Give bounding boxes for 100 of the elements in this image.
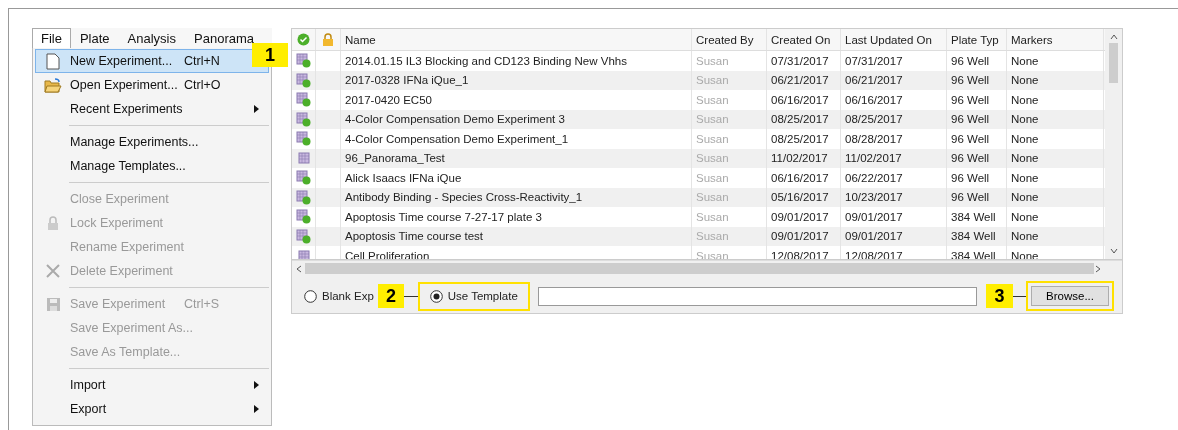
scroll-thumb[interactable] — [1109, 43, 1118, 83]
new-document-icon — [46, 52, 60, 70]
plate-icon — [297, 249, 310, 259]
table-cell: 06/21/2017 — [767, 70, 841, 90]
menu-item-label: Save Experiment — [70, 297, 167, 311]
table-cell: 08/28/2017 — [841, 129, 947, 149]
table-cell: Susan — [692, 226, 767, 246]
table-cell: None — [1007, 187, 1104, 207]
lock-icon — [47, 215, 59, 231]
table-cell: 06/16/2017 — [767, 168, 841, 188]
plate-check-icon — [296, 170, 311, 186]
scroll-thumb[interactable] — [305, 263, 1094, 274]
menu-bar-item[interactable]: File — [32, 28, 71, 48]
plate-check-icon — [296, 111, 311, 127]
menu-item[interactable]: Open Experiment... Ctrl+O — [35, 73, 269, 97]
scroll-up-icon[interactable] — [1109, 33, 1118, 41]
plate-check-icon — [296, 131, 311, 147]
menu-item[interactable]: Manage Templates... — [35, 154, 269, 178]
menu-item[interactable]: Manage Experiments... — [35, 130, 269, 154]
menu-item-label: Manage Templates... — [70, 159, 187, 173]
table-cell: 96 Well — [947, 51, 1007, 71]
plate-icon — [297, 152, 310, 165]
table-cell: None — [1007, 70, 1104, 90]
table-cell: None — [1007, 207, 1104, 227]
table-cell: Susan — [692, 109, 767, 129]
table-cell: 05/16/2017 — [767, 187, 841, 207]
menu-item-label: Open Experiment... — [70, 78, 179, 92]
menu-item-label: Delete Experiment — [70, 264, 174, 278]
column-header[interactable]: Last Updated On — [841, 29, 947, 50]
table-cell: None — [1007, 51, 1104, 71]
table-cell: Susan — [692, 51, 767, 71]
menu-item-label: Save Experiment As... — [70, 321, 194, 335]
lock-icon — [322, 32, 334, 47]
scroll-left-icon[interactable] — [295, 264, 303, 273]
shortcut-label: Ctrl+S — [184, 297, 221, 311]
menu-item-label: Import — [70, 378, 107, 392]
table-cell: Susan — [692, 187, 767, 207]
scroll-down-icon[interactable] — [1109, 247, 1118, 255]
column-header[interactable]: Created On — [767, 29, 841, 50]
table-cell: None — [1007, 109, 1104, 129]
menu-item[interactable]: Export — [35, 397, 269, 421]
menu-item-label: Manage Experiments... — [70, 135, 200, 149]
menu-item[interactable]: Recent Experiments — [35, 97, 269, 121]
table-cell: 96_Panorama_Test — [341, 148, 692, 168]
plate-check-icon — [296, 92, 311, 108]
column-header[interactable]: Name — [341, 29, 692, 50]
open-folder-icon — [44, 77, 62, 93]
menu-item-label: Recent Experiments — [70, 102, 184, 116]
menu-bar-item[interactable]: Plate — [70, 28, 119, 48]
table-cell: 08/25/2017 — [841, 109, 947, 129]
table-cell: Susan — [692, 90, 767, 110]
table-cell: Alick Isaacs IFNa iQue — [341, 168, 692, 188]
shortcut-label: Ctrl+O — [184, 78, 222, 92]
template-path-field[interactable] — [537, 286, 978, 306]
table-cell: 06/16/2017 — [841, 90, 947, 110]
table-cell: 96 Well — [947, 90, 1007, 110]
table-cell: 08/25/2017 — [767, 129, 841, 149]
callout-badge: 2 — [377, 284, 405, 308]
vertical-scrollbar[interactable] — [1105, 29, 1122, 259]
menu-item[interactable]: Import — [35, 373, 269, 397]
check-circle-icon — [297, 33, 310, 46]
table-cell: 10/23/2017 — [841, 187, 947, 207]
table-cell: 96 Well — [947, 109, 1007, 129]
menu-item-label: Close Experiment — [70, 192, 170, 206]
table-cell: 96 Well — [947, 148, 1007, 168]
table-cell: 06/22/2017 — [841, 168, 947, 188]
shortcut-label: Ctrl+N — [184, 54, 221, 68]
table-cell: 06/21/2017 — [841, 70, 947, 90]
table-cell: 08/25/2017 — [767, 109, 841, 129]
scroll-right-icon[interactable] — [1094, 264, 1102, 273]
callout-badge: 3 — [986, 284, 1013, 308]
radio-option[interactable]: Blank Exp — [300, 287, 378, 305]
table-cell: Susan — [692, 70, 767, 90]
plate-check-icon — [296, 228, 311, 244]
menu-bar-item[interactable]: Analysis — [118, 28, 185, 48]
table-cell: None — [1007, 168, 1104, 188]
delete-icon — [46, 264, 60, 278]
menu-item-label: Save As Template... — [70, 345, 182, 359]
column-header[interactable]: Plate Typ — [947, 29, 1007, 50]
menu-item-label: Export — [70, 402, 108, 416]
save-icon — [45, 296, 61, 312]
table-cell: 09/01/2017 — [767, 226, 841, 246]
table-cell: 07/31/2017 — [767, 51, 841, 71]
horizontal-scrollbar[interactable] — [292, 260, 1122, 276]
table-cell: 07/31/2017 — [841, 51, 947, 71]
plate-check-icon — [296, 72, 311, 88]
table-cell: None — [1007, 226, 1104, 246]
table-cell: 4-Color Compensation Demo Experiment_1 — [341, 129, 692, 149]
table-cell: 11/02/2017 — [841, 148, 947, 168]
table-cell: 384 Well — [947, 207, 1007, 227]
browse-button[interactable]: Browse... — [1031, 286, 1109, 306]
table-cell: None — [1007, 129, 1104, 149]
table-cell: Apoptosis Time course test — [341, 226, 692, 246]
table-cell: Susan — [692, 129, 767, 149]
plate-check-icon — [296, 189, 311, 205]
table-cell: 2017-0420 EC50 — [341, 90, 692, 110]
table-cell: None — [1007, 90, 1104, 110]
column-header[interactable]: Created By — [692, 29, 767, 50]
column-header[interactable]: Markers — [1007, 29, 1104, 50]
table-cell: 09/01/2017 — [841, 207, 947, 227]
